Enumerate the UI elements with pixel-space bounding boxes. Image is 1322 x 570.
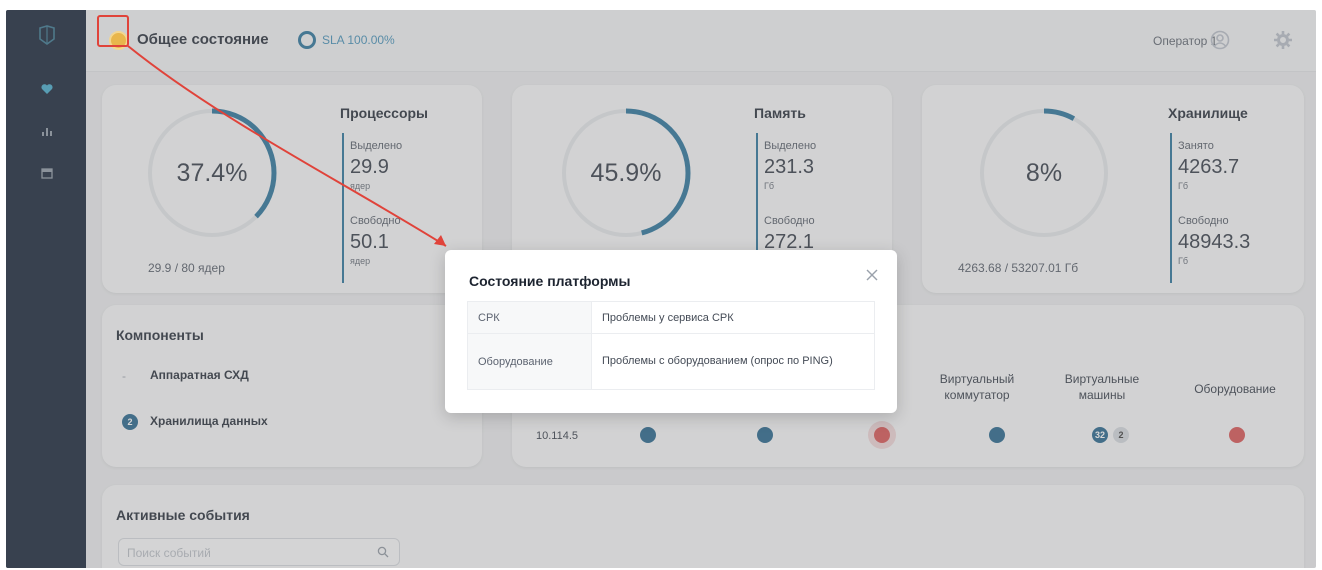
- close-icon[interactable]: [865, 268, 879, 282]
- status-value: Проблемы у сервиса СРК: [591, 301, 875, 334]
- status-table: СРК Проблемы у сервиса СРК Оборудование …: [467, 301, 875, 390]
- status-key: СРК: [467, 301, 592, 334]
- app-window: Общее состояние SLA 100.00% Оператор 1 3…: [6, 10, 1316, 568]
- modal-title: Состояние платформы: [469, 273, 631, 289]
- status-value: Проблемы с оборудованием (опрос по PING): [591, 333, 875, 390]
- table-row: СРК Проблемы у сервиса СРК: [467, 301, 875, 334]
- annotation-highlight-box: [97, 15, 129, 47]
- table-row: Оборудование Проблемы с оборудованием (о…: [467, 333, 875, 390]
- status-key: Оборудование: [467, 333, 592, 390]
- platform-status-modal: Состояние платформы СРК Проблемы у серви…: [445, 250, 897, 413]
